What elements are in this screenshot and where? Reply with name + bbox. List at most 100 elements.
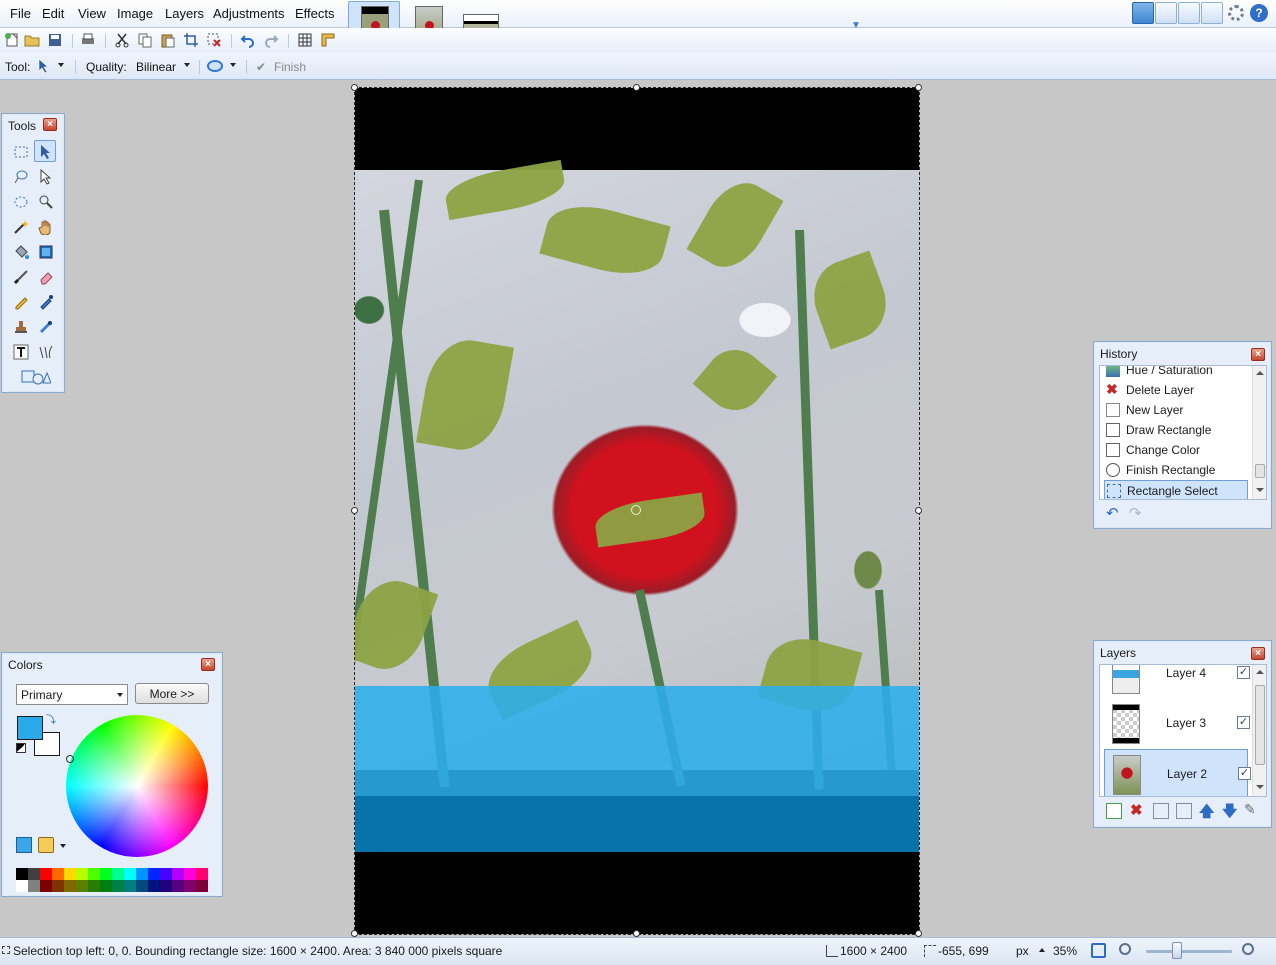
move-selection-tool-icon[interactable] — [34, 165, 56, 187]
zoom-slider-thumb[interactable] — [1172, 942, 1182, 959]
add-layer-icon[interactable] — [1106, 803, 1122, 819]
deselect-icon[interactable] — [206, 32, 224, 49]
cut-icon[interactable] — [114, 32, 132, 49]
menu-effects[interactable]: Effects — [293, 6, 337, 21]
reset-colors-icon[interactable] — [16, 743, 26, 753]
move-layer-down-icon[interactable]: 🡇 — [1222, 801, 1238, 820]
gradient-tool-icon[interactable] — [34, 240, 56, 262]
pan-tool-icon[interactable] — [34, 215, 56, 237]
move-selected-tool-icon[interactable] — [36, 58, 52, 74]
print-icon[interactable] — [80, 32, 98, 49]
history-item[interactable]: Draw Rectangle — [1104, 420, 1248, 440]
units-select[interactable]: px — [1016, 944, 1029, 958]
palette-menu-chevron-down-icon[interactable] — [60, 844, 66, 848]
history-item[interactable]: Finish Rectangle — [1104, 460, 1248, 480]
move-selected-pixels-tool-icon[interactable] — [34, 140, 56, 162]
zoom-out-icon[interactable] — [1119, 943, 1131, 955]
help-icon[interactable]: ? — [1250, 4, 1268, 22]
color-palette[interactable] — [16, 868, 209, 892]
tools-close-icon[interactable]: × — [43, 118, 57, 131]
paste-icon[interactable] — [160, 32, 178, 49]
scroll-thumb[interactable] — [1255, 685, 1265, 765]
text-tool-icon[interactable] — [9, 340, 31, 362]
swap-colors-icon[interactable]: ⤵ — [46, 711, 56, 726]
layers-scrollbar[interactable] — [1252, 665, 1266, 796]
menu-adjustments[interactable]: Adjustments — [211, 6, 287, 21]
recolor-tool-icon[interactable] — [34, 315, 56, 337]
rectangle-select-tool-icon[interactable] — [9, 140, 31, 162]
grid-icon[interactable] — [297, 32, 315, 49]
history-item[interactable]: ✖ Delete Layer — [1104, 380, 1248, 400]
palette-menu-icon[interactable] — [38, 837, 54, 853]
color-wheel-picker[interactable] — [66, 755, 74, 763]
selection-handle-top[interactable] — [633, 84, 640, 91]
selection-mode-icon[interactable] — [207, 60, 223, 72]
settings-gear-icon[interactable] — [1228, 5, 1244, 21]
menu-file[interactable]: File — [8, 6, 33, 21]
color-wheel[interactable] — [66, 715, 208, 857]
rulers-icon[interactable] — [320, 32, 338, 49]
clone-stamp-tool-icon[interactable] — [9, 315, 31, 337]
selection-handle-top-left[interactable] — [351, 84, 358, 91]
scroll-up-icon[interactable] — [1256, 371, 1264, 375]
new-file-icon[interactable] — [4, 32, 22, 49]
magic-wand-tool-icon[interactable] — [9, 215, 31, 237]
history-item[interactable]: Change Color — [1104, 440, 1248, 460]
tool-dropdown-chevron-down-icon[interactable] — [58, 63, 64, 67]
layer-visibility-checkbox[interactable]: ✓ — [1237, 666, 1250, 679]
history-item-selected[interactable]: Rectangle Select — [1104, 480, 1248, 499]
selection-center-handle-icon[interactable] — [631, 505, 641, 515]
tools-window-toggle-icon[interactable] — [1132, 2, 1154, 24]
zoom-in-icon[interactable] — [1242, 943, 1254, 955]
history-item[interactable]: Hue / Saturation — [1104, 366, 1248, 380]
undo-icon[interactable] — [240, 32, 258, 49]
copy-icon[interactable] — [137, 32, 155, 49]
layer-properties-icon[interactable]: ✎ — [1244, 801, 1260, 817]
scroll-thumb[interactable] — [1255, 464, 1265, 478]
merge-layer-down-icon[interactable] — [1176, 803, 1192, 819]
layer-row[interactable]: Layer 3 ✓ — [1104, 699, 1250, 749]
history-redo-icon[interactable]: ↷ — [1129, 504, 1142, 522]
lasso-select-tool-icon[interactable] — [9, 165, 31, 187]
redo-icon[interactable] — [263, 32, 281, 49]
colors-window-toggle-icon[interactable] — [1201, 2, 1223, 24]
menu-layers[interactable]: Layers — [163, 6, 206, 21]
layers-close-icon[interactable]: × — [1251, 647, 1265, 660]
more-colors-button[interactable]: More >> — [135, 683, 209, 704]
zoom-tool-icon[interactable] — [34, 190, 56, 212]
eraser-tool-icon[interactable] — [34, 265, 56, 287]
selection-handle-bottom[interactable] — [633, 930, 640, 937]
history-scrollbar[interactable] — [1252, 366, 1266, 499]
selection-mode-chevron-down-icon[interactable] — [230, 63, 236, 67]
layer-visibility-checkbox[interactable]: ✓ — [1238, 767, 1251, 780]
line-curve-tool-icon[interactable] — [34, 340, 56, 362]
layers-window-toggle-icon[interactable] — [1178, 2, 1200, 24]
finish-button[interactable]: Finish — [274, 60, 306, 74]
menu-edit[interactable]: Edit — [40, 6, 66, 21]
scroll-down-icon[interactable] — [1256, 488, 1264, 492]
history-undo-icon[interactable]: ↶ — [1106, 504, 1119, 522]
pencil-tool-icon[interactable] — [9, 290, 31, 312]
duplicate-layer-icon[interactable] — [1153, 803, 1169, 819]
selection-handle-bottom-left[interactable] — [351, 930, 358, 937]
open-file-icon[interactable] — [24, 32, 42, 49]
crop-to-selection-icon[interactable] — [183, 32, 201, 49]
history-close-icon[interactable]: × — [1251, 348, 1265, 361]
selection-handle-top-right[interactable] — [915, 84, 922, 91]
move-layer-up-icon[interactable]: 🡅 — [1199, 801, 1215, 820]
scroll-down-icon[interactable] — [1256, 785, 1264, 789]
history-window-toggle-icon[interactable] — [1155, 2, 1177, 24]
layer-row-selected[interactable]: Layer 2 ✓ — [1104, 749, 1251, 796]
primary-color-swatch[interactable] — [17, 716, 43, 740]
paintbrush-tool-icon[interactable] — [9, 265, 31, 287]
quality-select[interactable]: Bilinear — [136, 60, 176, 74]
zoom-to-window-icon[interactable] — [1091, 943, 1106, 958]
menu-image[interactable]: Image — [115, 6, 155, 21]
thumbnail-scroll-icon[interactable]: ▼ — [851, 20, 861, 31]
units-chevron-up-icon[interactable] — [1039, 948, 1045, 952]
selection-handle-left[interactable] — [351, 507, 358, 514]
zoom-slider-track[interactable] — [1146, 950, 1232, 953]
add-to-palette-icon[interactable] — [16, 837, 32, 853]
history-item[interactable]: New Layer — [1104, 400, 1248, 420]
color-picker-tool-icon[interactable] — [34, 290, 56, 312]
